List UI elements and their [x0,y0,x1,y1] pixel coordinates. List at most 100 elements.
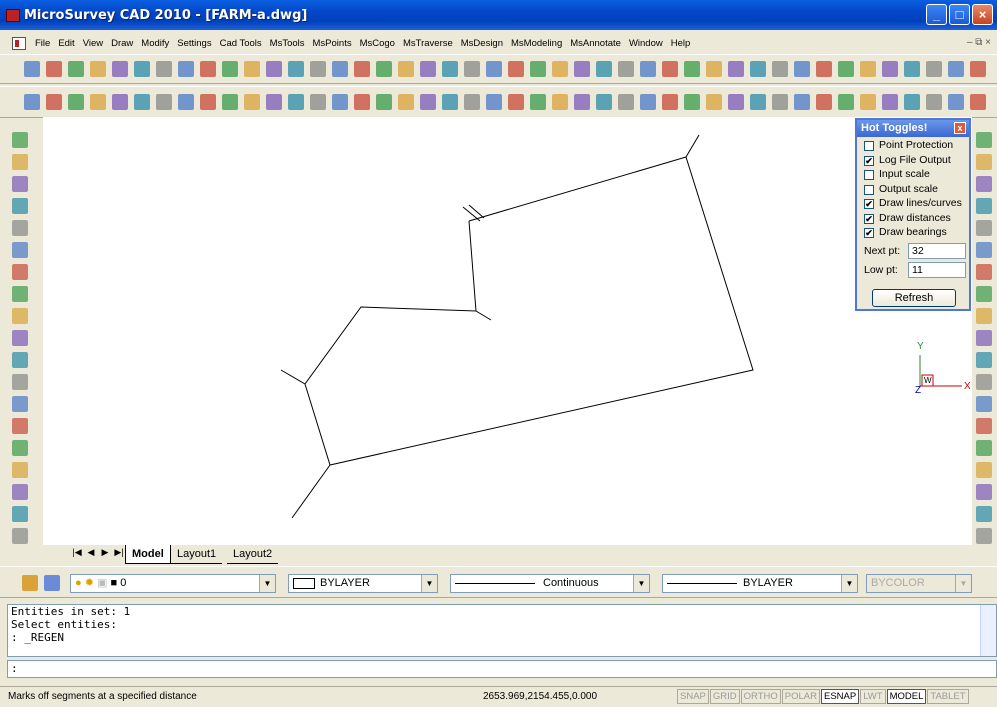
toolbar-tool-icon[interactable] [574,94,590,110]
toolbar-tool-icon[interactable] [200,61,216,77]
toolbar-tool-icon[interactable] [860,61,876,77]
toolbar-tool-icon[interactable] [134,94,150,110]
side-tool-icon[interactable] [976,528,992,544]
toolbar-tool-icon[interactable] [706,94,722,110]
menu-mspoints[interactable]: MsPoints [313,38,352,49]
side-tool-icon[interactable] [12,528,28,544]
toolbar-tool-icon[interactable] [838,94,854,110]
side-tool-icon[interactable] [976,462,992,478]
toolbar-tool-icon[interactable] [552,61,568,77]
tab-last-button[interactable]: ▶| [113,547,125,558]
toolbar-tool-icon[interactable] [266,61,282,77]
toolbar-tool-icon[interactable] [112,61,128,77]
toolbar-tool-icon[interactable] [816,61,832,77]
command-history[interactable]: Entities in set: 1 Select entities: : _R… [7,604,997,657]
side-tool-icon[interactable] [12,220,28,236]
toolbar-tool-icon[interactable] [354,61,370,77]
color-select[interactable]: BYLAYER ▼ [288,574,438,593]
side-tool-icon[interactable] [976,242,992,258]
side-tool-icon[interactable] [12,242,28,258]
toolbar-tool-icon[interactable] [728,94,744,110]
toolbar-tool-icon[interactable] [178,94,194,110]
toolbar-tool-icon[interactable] [926,61,942,77]
toolbar-tool-icon[interactable] [24,61,40,77]
tab-prev-button[interactable]: ◀ [85,547,97,558]
toolbar-tool-icon[interactable] [156,61,172,77]
linetype-select[interactable]: Continuous ▼ [450,574,650,593]
toolbar-tool-icon[interactable] [90,61,106,77]
menu-msannotate[interactable]: MsAnnotate [570,38,621,49]
toolbar-tool-icon[interactable] [24,94,40,110]
tab-first-button[interactable]: |◀ [71,547,83,558]
menu-cad-tools[interactable]: Cad Tools [220,38,262,49]
side-tool-icon[interactable] [976,198,992,214]
checkbox[interactable] [864,170,874,180]
chevron-down-icon[interactable]: ▼ [421,575,437,592]
side-tool-icon[interactable] [12,132,28,148]
menu-settings[interactable]: Settings [177,38,211,49]
chevron-down-icon[interactable]: ▼ [955,575,971,592]
toolbar-tool-icon[interactable] [816,94,832,110]
toolbar-tool-icon[interactable] [926,94,942,110]
side-tool-icon[interactable] [12,286,28,302]
ortho-toggle[interactable]: ORTHO [740,689,781,704]
toolbar-tool-icon[interactable] [662,94,678,110]
toggle-draw-distances[interactable]: ✔ Draw distances [857,212,969,227]
side-tool-icon[interactable] [976,154,992,170]
layer-manager-icon[interactable] [22,575,38,591]
toolbar-tool-icon[interactable] [838,61,854,77]
toolbar-tool-icon[interactable] [530,61,546,77]
side-tool-icon[interactable] [12,374,28,390]
tab-layout2[interactable]: Layout2 [227,545,279,564]
toggle-output-scale[interactable]: Output scale [857,183,969,198]
minimize-button[interactable]: _ [926,4,947,25]
toolbar-tool-icon[interactable] [178,61,194,77]
toolbar-tool-icon[interactable] [486,61,502,77]
toggle-log-file-output[interactable]: ✔ Log File Output [857,154,969,169]
command-input[interactable]: : [7,660,997,678]
toolbar-tool-icon[interactable] [750,94,766,110]
toolbar-tool-icon[interactable] [618,61,634,77]
menu-window[interactable]: Window [629,38,663,49]
toolbar-tool-icon[interactable] [266,94,282,110]
toolbar-tool-icon[interactable] [596,94,612,110]
low-pt-input[interactable]: 11 [908,261,966,278]
toolbar-tool-icon[interactable] [134,61,150,77]
toolbar-tool-icon[interactable] [112,94,128,110]
toolbar-tool-icon[interactable] [244,94,260,110]
toolbar-tool-icon[interactable] [684,61,700,77]
toolbar-tool-icon[interactable] [486,94,502,110]
toolbar-tool-icon[interactable] [156,94,172,110]
side-tool-icon[interactable] [12,154,28,170]
toggle-draw-lines-curves[interactable]: ✔ Draw lines/curves [857,197,969,212]
esnap-toggle[interactable]: ESNAP [820,689,860,704]
side-tool-icon[interactable] [976,132,992,148]
menu-draw[interactable]: Draw [111,38,133,49]
menu-mscogo[interactable]: MsCogo [360,38,395,49]
toolbar-tool-icon[interactable] [618,94,634,110]
toolbar-tool-icon[interactable] [948,61,964,77]
side-tool-icon[interactable] [12,506,28,522]
side-tool-icon[interactable] [12,198,28,214]
toolbar-tool-icon[interactable] [222,61,238,77]
plotstyle-select[interactable]: BYCOLOR ▼ [866,574,972,593]
menu-view[interactable]: View [83,38,103,49]
toggle-draw-bearings[interactable]: ✔ Draw bearings [857,226,969,241]
menu-edit[interactable]: Edit [58,38,74,49]
toolbar-tool-icon[interactable] [772,94,788,110]
toolbar-tool-icon[interactable] [442,61,458,77]
toolbar-tool-icon[interactable] [464,61,480,77]
side-tool-icon[interactable] [12,264,28,280]
close-button[interactable]: × [972,4,993,25]
toolbar-tool-icon[interactable] [706,61,722,77]
side-tool-icon[interactable] [12,396,28,412]
side-tool-icon[interactable] [12,330,28,346]
toolbar-tool-icon[interactable] [222,94,238,110]
chevron-down-icon[interactable]: ▼ [841,575,857,592]
side-tool-icon[interactable] [976,506,992,522]
side-tool-icon[interactable] [976,396,992,412]
side-tool-icon[interactable] [12,308,28,324]
lineweight-select[interactable]: BYLAYER ▼ [662,574,858,593]
toolbar-tool-icon[interactable] [68,94,84,110]
menu-mstools[interactable]: MsTools [270,38,305,49]
